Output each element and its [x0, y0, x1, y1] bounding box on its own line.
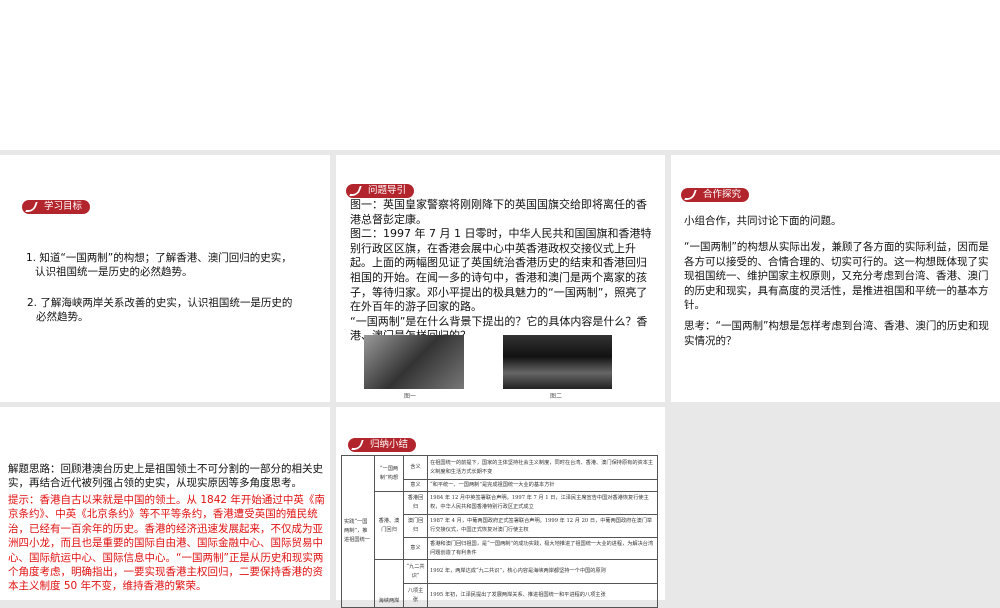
- table-label: 含义: [403, 455, 428, 480]
- summary-table: 实践“一国两制”，推进祖国统一 “一国两制”构想 含义 在祖国统一的前提下，国家的主体…: [341, 455, 658, 608]
- goal-item: 1. 知道“一国两制”的构想；了解香港、澳门回归的史实，认识祖国统一是历史的必然…: [26, 252, 292, 278]
- coop-paragraph: “一国两制”的构想从实际出发，兼顾了各方面的实际利益，因而是各方可以接受的、合情…: [684, 241, 989, 312]
- table-group-cell: 海峡两岸: [374, 559, 404, 608]
- table-label: 归纳小结: [366, 438, 417, 452]
- slide-solution[interactable]: 解题思路：回顾港澳台历史上是祖国领土不可分割的一部分的相关史实，再结合近代被列强…: [0, 407, 330, 600]
- table-label: 意义: [403, 479, 428, 492]
- table-label: 意义: [403, 537, 428, 560]
- solution-idea: 解题思路：回顾港澳台历史上是祖国领土不可分割的一部分的相关史实，再结合近代被列强…: [8, 463, 323, 490]
- coop-intro: 小组合作，共同讨论下面的问题。: [684, 215, 842, 227]
- table-label: 合作探究: [699, 188, 750, 202]
- logo-icon: [22, 200, 40, 214]
- table-group-cell: “一国两制”构想: [374, 455, 404, 492]
- photo-flag-handover: [364, 335, 464, 389]
- table-cell: “和平统一、一国两制”是完成祖国统一大业的基本方针: [427, 479, 658, 492]
- photo-caption: 图二: [550, 393, 563, 400]
- top-slide: [0, 0, 1000, 150]
- slide-question-guide[interactable]: 问题导引 图一：英国皇家警察将刚刚降下的英国国旗交给即将离任的香港总督彭定康。 …: [336, 155, 665, 402]
- table-cell: 1995 年初，江泽民提出了发展两岸关系、推进祖国统一和平进程的八项主张: [427, 583, 658, 608]
- photo-ceremony: [503, 335, 612, 389]
- section-badge: 合作探究: [681, 188, 750, 202]
- section-badge: 问题导引: [346, 184, 415, 198]
- table-cell: 在祖国统一的前提下，国家的主体坚持社会主义制度，同时在台湾、香港、澳门保持原有的…: [427, 455, 658, 480]
- table-label: 澳门回归: [403, 514, 428, 538]
- table-cell: 香港和澳门回归祖国，是“一国两制”的成功实践，极大地推进了祖国统一大业的进程，为…: [427, 537, 658, 560]
- coop-question: 思考：“一国两制”构想是怎样考虑到台湾、香港、澳门的历史和现实情况的？: [684, 320, 989, 347]
- table-label: 香港回归: [403, 491, 428, 515]
- logo-icon: [346, 184, 364, 198]
- goal-item: 2. 了解海峡两岸关系改善的史实，认识祖国统一是历史的必然趋势。: [27, 297, 293, 323]
- logo-icon: [681, 188, 699, 202]
- slide-cooperation[interactable]: 合作探究 小组合作，共同讨论下面的问题。 “一国两制”的构想从实际出发，兼顾了各…: [671, 155, 1000, 402]
- slide-summary[interactable]: 归纳小结 实践“一国两制”，推进祖国统一 “一国两制”构想 含义 在祖国统一的前提下，…: [336, 407, 665, 608]
- logo-icon: [348, 438, 366, 452]
- table-cell: 1992 年，两岸达成“九二共识”，核心内容是海峡两岸都坚持一个中国的原则: [427, 559, 658, 584]
- table-cell: 1984 年 12 月中英签署联合声明。1997 年 7 月 1 日，江泽民主席…: [427, 491, 658, 515]
- table-label: 八项主张: [403, 583, 428, 608]
- table-label: “九二共识”: [403, 559, 428, 584]
- solution-hint: 提示：香港自古以来就是中国的领土。从 1842 年开始通过中英《南京条约》、中英…: [8, 494, 325, 593]
- table-cell: 1987 年 4 月，中葡两国政府正式签署联合声明。1999 年 12 月 20…: [427, 514, 658, 538]
- table-label: 学习目标: [40, 200, 91, 214]
- section-badge: 学习目标: [22, 200, 91, 214]
- slide-learning-goals[interactable]: 学习目标 1. 知道“一国两制”的构想；了解香港、澳门回归的史实，认识祖国统一是…: [0, 155, 330, 402]
- section-badge: 归纳小结: [348, 438, 417, 452]
- guide-text: 图一：英国皇家警察将刚刚降下的英国国旗交给即将离任的香港总督彭定康。 图二：19…: [350, 198, 652, 343]
- table-group-cell: 香港、澳门回归: [374, 491, 404, 560]
- table-root-cell: 实践“一国两制”，推进祖国统一: [341, 455, 375, 608]
- photo-caption: 图一: [404, 393, 417, 400]
- table-label: 问题导引: [364, 184, 415, 198]
